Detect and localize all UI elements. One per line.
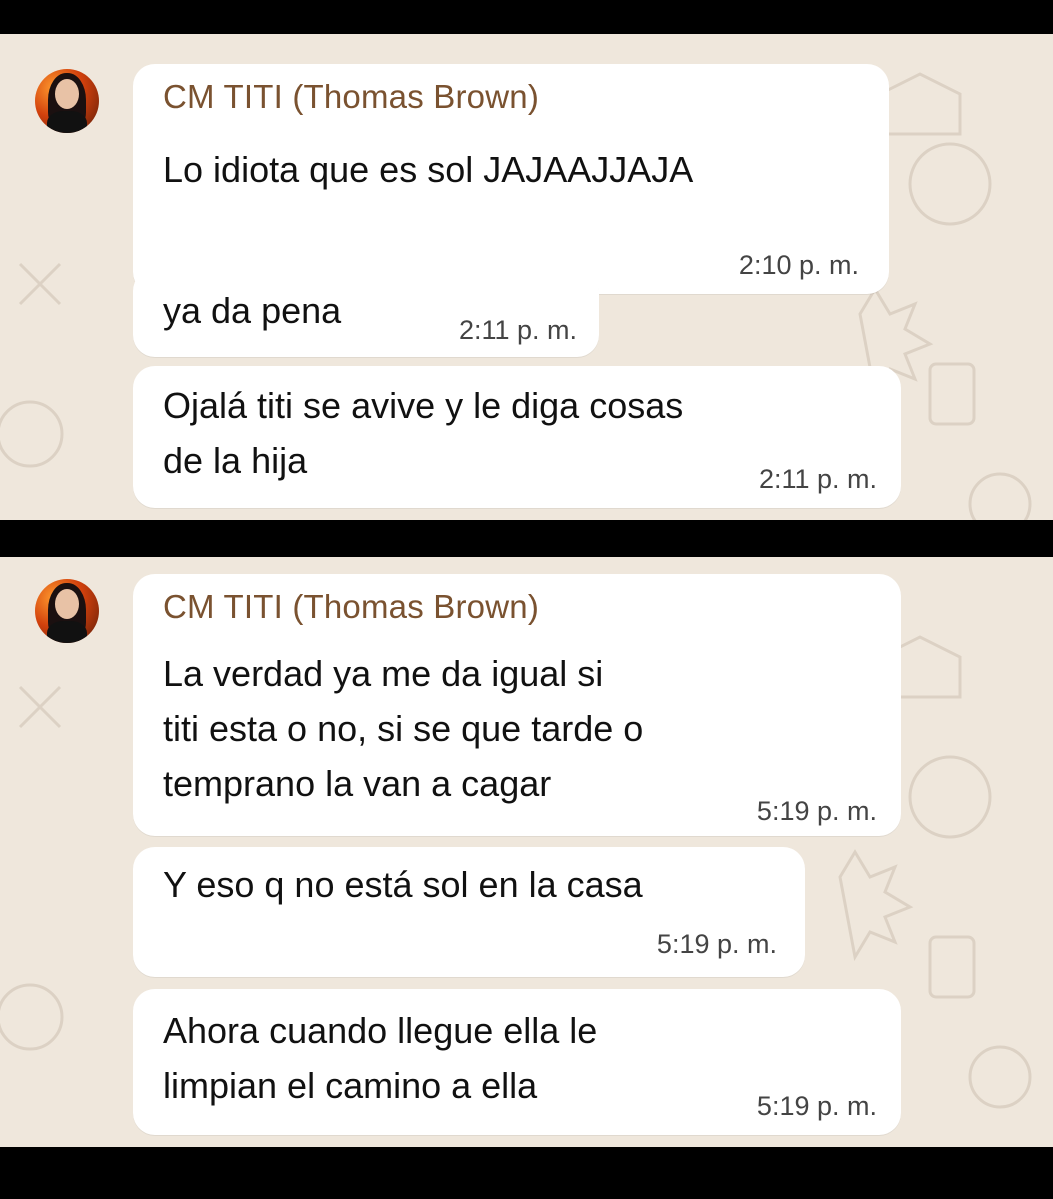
message-text: ya da pena [163,290,342,331]
sender-name[interactable]: CM TITI (Thomas Brown) [163,588,539,626]
message-timestamp: 5:19 p. m. [756,1091,877,1121]
message-bubble[interactable]: Ahora cuando llegue ella le limpian el c… [133,989,901,1135]
sender-name[interactable]: CM TITI (Thomas Brown) [163,78,539,116]
message-timestamp: 5:19 p. m. [656,929,777,959]
message-text: Y eso q no está sol en la casa [163,864,643,905]
message-text: Ojalá titi se avive y le diga cosas de l… [163,385,684,481]
message-text: Ahora cuando llegue ella le limpian el c… [163,1010,598,1106]
message-bubble[interactable]: CM TITI (Thomas Brown) Lo idiota que es … [133,64,889,294]
message-timestamp: 5:19 p. m. [756,796,877,826]
message-timestamp: 2:10 p. m. [738,250,859,280]
sender-avatar[interactable] [35,579,99,643]
message-text: Lo idiota que es sol JAJAAJJAJA [163,149,694,190]
message-bubble[interactable]: CM TITI (Thomas Brown) La verdad ya me d… [133,574,901,836]
message-text: La verdad ya me da igual si titi esta o … [163,653,644,804]
sender-avatar[interactable] [35,69,99,133]
chat-screenshot-1: CM TITI (Thomas Brown) Lo idiota que es … [0,34,1053,520]
message-bubble[interactable]: ya da pena 2:11 p. m. [133,269,599,357]
message-bubble[interactable]: Y eso q no está sol en la casa 5:19 p. m… [133,847,805,977]
message-timestamp: 2:11 p. m. [458,315,577,345]
message-bubble[interactable]: Ojalá titi se avive y le diga cosas de l… [133,366,901,508]
chat-screenshot-2: CM TITI (Thomas Brown) La verdad ya me d… [0,557,1053,1147]
message-timestamp: 2:11 p. m. [758,464,877,494]
